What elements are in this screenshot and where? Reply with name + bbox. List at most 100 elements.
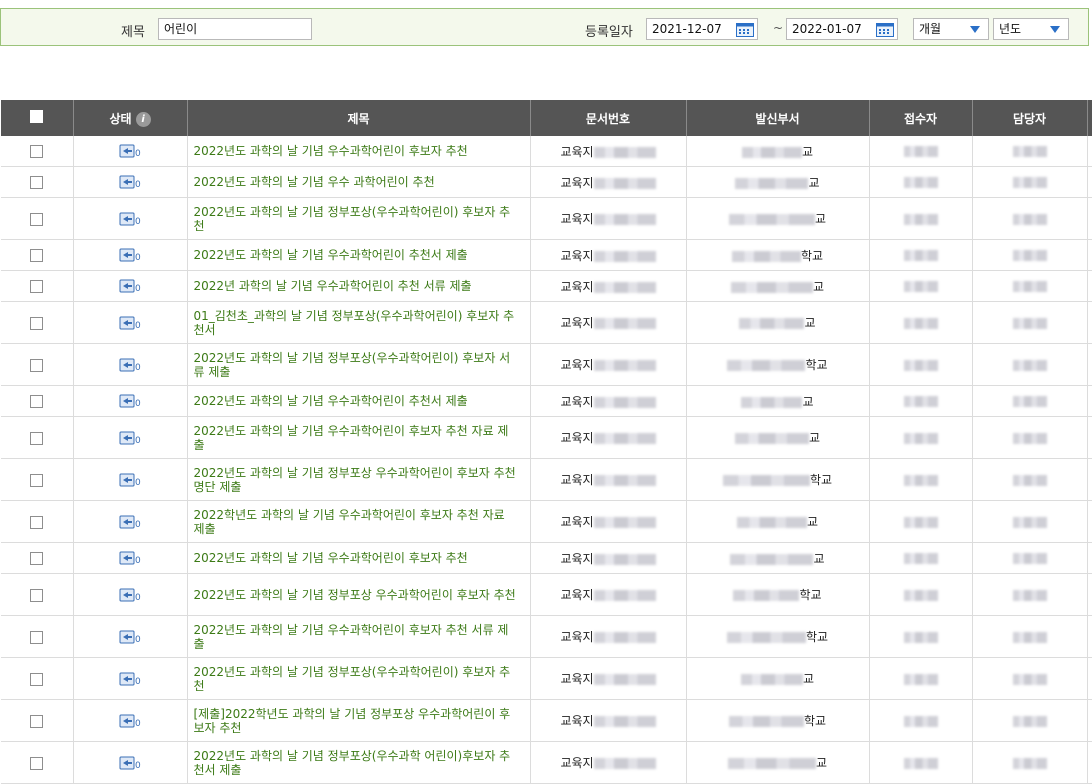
row-checkbox[interactable] — [30, 212, 44, 226]
row-title-link[interactable]: 2022년도 과학의 날 기념 우수과학어린이 추천서 제출 — [187, 385, 531, 417]
row-checkbox[interactable] — [30, 316, 44, 330]
table-row[interactable]: 0 2022년도 과학의 날 기념 정부포상(우수과학 어린이)후보자 추천서 제… — [1, 741, 1092, 784]
dept-cell: 교 — [686, 416, 870, 459]
row-title-link[interactable]: 2022년도 과학의 날 기념 정부포상 우수과학어린이 후보자 추천 — [187, 573, 531, 616]
row-checkbox[interactable] — [30, 552, 44, 565]
redacted-manager — [1012, 213, 1047, 225]
title-header[interactable]: 제목 — [187, 100, 531, 136]
doc-number-prefix: 교육지 — [560, 515, 594, 529]
document-status-icon[interactable]: 0 — [119, 316, 141, 330]
table-row[interactable]: 0 2022년도 과학의 날 기념 우수과학어린이 후보자 추천 교육지 교 — [1, 542, 1092, 574]
row-title-link[interactable]: 2022년도 과학의 날 기념 우수과학어린이 후보자 추천 서류 제출 — [187, 615, 531, 658]
document-status-icon[interactable]: 0 — [119, 431, 141, 445]
document-status-icon[interactable]: 0 — [119, 714, 141, 728]
row-title-link[interactable]: 2022년도 과학의 날 기념 정부포상 우수과학어린이 후보자 추천명단 제출 — [187, 458, 531, 501]
table-row[interactable]: 0 2022년도 과학의 날 기념 정부포상 우수과학어린이 후보자 추천 교육지 학… — [1, 573, 1092, 616]
row-checkbox[interactable] — [30, 176, 44, 189]
date-from-input[interactable]: 2021-12-07 — [646, 18, 758, 40]
row-title-link[interactable]: 01_김천초_과학의 날 기념 정부포상(우수과학어린이) 후보자 추천서 — [187, 301, 531, 344]
extra-cell — [1087, 136, 1092, 167]
document-status-icon[interactable]: 0 — [119, 515, 141, 529]
row-checkbox[interactable] — [30, 280, 44, 293]
document-status-icon[interactable]: 0 — [119, 551, 141, 565]
table-row[interactable]: 0 2022년도 과학의 날 기념 정부포상(우수과학어린이) 후보자 서류 제출… — [1, 343, 1092, 386]
row-checkbox[interactable] — [30, 145, 44, 158]
row-checkbox[interactable] — [30, 473, 44, 487]
receiver-cell — [869, 542, 973, 574]
row-select-cell — [1, 542, 74, 574]
title-search-input[interactable]: 어린이 — [158, 18, 312, 40]
row-title-link[interactable]: [제출]2022학년도 과학의 날 기념 정부포상 우수과학어린이 후보자 추천 — [187, 699, 531, 742]
manager-cell — [972, 239, 1088, 271]
receiver-header[interactable]: 접수자 — [869, 100, 973, 136]
calendar-icon[interactable] — [736, 22, 754, 37]
row-title-link[interactable]: 2022년 과학의 날 기념 우수과학어린이 추천 서류 제출 — [187, 270, 531, 302]
redacted-receiver — [903, 432, 938, 444]
dept-header[interactable]: 발신부서 — [686, 100, 870, 136]
manager-header[interactable]: 담당자 — [972, 100, 1088, 136]
row-checkbox[interactable] — [30, 515, 44, 529]
document-status-icon[interactable]: 0 — [119, 473, 141, 487]
row-title-link[interactable]: 2022년도 과학의 날 기념 우수과학어린이 추천서 제출 — [187, 239, 531, 271]
document-status-icon[interactable]: 0 — [119, 248, 141, 262]
document-status-icon[interactable]: 0 — [119, 630, 141, 644]
row-checkbox[interactable] — [30, 756, 44, 770]
status-header[interactable]: 상태 i — [73, 100, 188, 136]
table-row[interactable]: 0 2022년도 과학의 날 기념 우수과학어린이 추천서 제출 교육지 학교 — [1, 239, 1092, 271]
year-select[interactable]: 년도 — [993, 18, 1069, 40]
table-row[interactable]: 0 2022학년도 과학의 날 기념 우수과학어린이 후보자 추천 자료 제출 교육… — [1, 500, 1092, 543]
table-row[interactable]: 0 2022년도 과학의 날 기념 정부포상 우수과학어린이 후보자 추천명단 제… — [1, 458, 1092, 501]
row-title-link[interactable]: 2022년도 과학의 날 기념 우수과학어린이 후보자 추천 자료 제출 — [187, 416, 531, 459]
doc-number-cell: 교육지 — [530, 301, 687, 344]
row-title-link[interactable]: 2022년도 과학의 날 기념 우수과학어린이 후보자 추천 — [187, 542, 531, 574]
redacted-receiver — [903, 757, 938, 769]
row-checkbox[interactable] — [30, 630, 44, 644]
table-row[interactable]: 0 01_김천초_과학의 날 기념 정부포상(우수과학어린이) 후보자 추천서 교육… — [1, 301, 1092, 344]
info-icon[interactable]: i — [135, 111, 151, 127]
document-status-icon[interactable]: 0 — [119, 588, 141, 602]
doc-number-prefix: 교육지 — [560, 714, 594, 728]
table-row[interactable]: 0 2022년도 과학의 날 기념 우수 과학어린이 추천 교육지 교 — [1, 166, 1092, 198]
table-row[interactable]: 0 2022년도 과학의 날 기념 우수과학어린이 후보자 추천 교육지 교 — [1, 136, 1092, 167]
period-select[interactable]: 개월 — [913, 18, 989, 40]
document-status-icon[interactable]: 0 — [119, 394, 141, 408]
row-checkbox[interactable] — [30, 358, 44, 372]
row-checkbox[interactable] — [30, 672, 44, 686]
row-title-link[interactable]: 2022년도 과학의 날 기념 정부포상(우수과학 어린이)후보자 추천서 제출 — [187, 741, 531, 784]
date-to-input[interactable]: 2022-01-07 — [786, 18, 898, 40]
table-row[interactable]: 0 2022년도 과학의 날 기념 우수과학어린이 후보자 추천 서류 제출 교육지… — [1, 615, 1092, 658]
document-status-icon[interactable]: 0 — [119, 175, 141, 189]
row-select-cell — [1, 270, 74, 302]
table-row[interactable]: 0 2022년도 과학의 날 기념 정부포상(우수과학어린이) 후보자 추천 교육지… — [1, 197, 1092, 240]
row-checkbox[interactable] — [30, 395, 44, 408]
document-status-icon[interactable]: 0 — [119, 144, 141, 158]
row-title-link[interactable]: 2022년도 과학의 날 기념 우수과학어린이 후보자 추천 — [187, 136, 531, 167]
select-all-checkbox[interactable] — [30, 110, 44, 123]
document-status-icon[interactable]: 0 — [119, 279, 141, 293]
extra-cell — [1087, 385, 1092, 417]
document-status-icon[interactable]: 0 — [119, 756, 141, 770]
row-checkbox[interactable] — [30, 588, 44, 602]
row-title-link[interactable]: 2022년도 과학의 날 기념 정부포상(우수과학어린이) 후보자 추천 — [187, 197, 531, 240]
table-row[interactable]: 0 2022년도 과학의 날 기념 정부포상(우수과학어린이) 후보자 추천 교육지… — [1, 657, 1092, 700]
doc-number-prefix: 교육지 — [560, 588, 594, 602]
table-row[interactable]: 0 2022년도 과학의 날 기념 우수과학어린이 후보자 추천 자료 제출 교육지… — [1, 416, 1092, 459]
table-row[interactable]: 0 [제출]2022학년도 과학의 날 기념 정부포상 우수과학어린이 후보자 추… — [1, 699, 1092, 742]
document-status-icon[interactable]: 0 — [119, 212, 141, 226]
row-title-link[interactable]: 2022년도 과학의 날 기념 정부포상(우수과학어린이) 후보자 서류 제출 — [187, 343, 531, 386]
doc-no-header[interactable]: 문서번호 — [530, 100, 687, 136]
table-row[interactable]: 0 2022년도 과학의 날 기념 우수과학어린이 추천서 제출 교육지 교 — [1, 385, 1092, 417]
calendar-icon[interactable] — [876, 22, 894, 37]
row-checkbox[interactable] — [30, 431, 44, 445]
row-title-link[interactable]: 2022년도 과학의 날 기념 우수 과학어린이 추천 — [187, 166, 531, 198]
svg-text:0: 0 — [135, 436, 141, 445]
search-bar: 제목 어린이 등록일자 2021-12-07 ~ 2022-01-07 개월 년… — [0, 8, 1089, 46]
document-status-icon[interactable]: 0 — [119, 672, 141, 686]
document-status-icon[interactable]: 0 — [119, 358, 141, 372]
row-title-link[interactable]: 2022학년도 과학의 날 기념 우수과학어린이 후보자 추천 자료 제출 — [187, 500, 531, 543]
dept-suffix: 학교 — [803, 714, 827, 728]
table-row[interactable]: 0 2022년 과학의 날 기념 우수과학어린이 추천 서류 제출 교육지 교 — [1, 270, 1092, 302]
row-checkbox[interactable] — [30, 714, 44, 728]
row-checkbox[interactable] — [30, 249, 44, 262]
row-title-link[interactable]: 2022년도 과학의 날 기념 정부포상(우수과학어린이) 후보자 추천 — [187, 657, 531, 700]
